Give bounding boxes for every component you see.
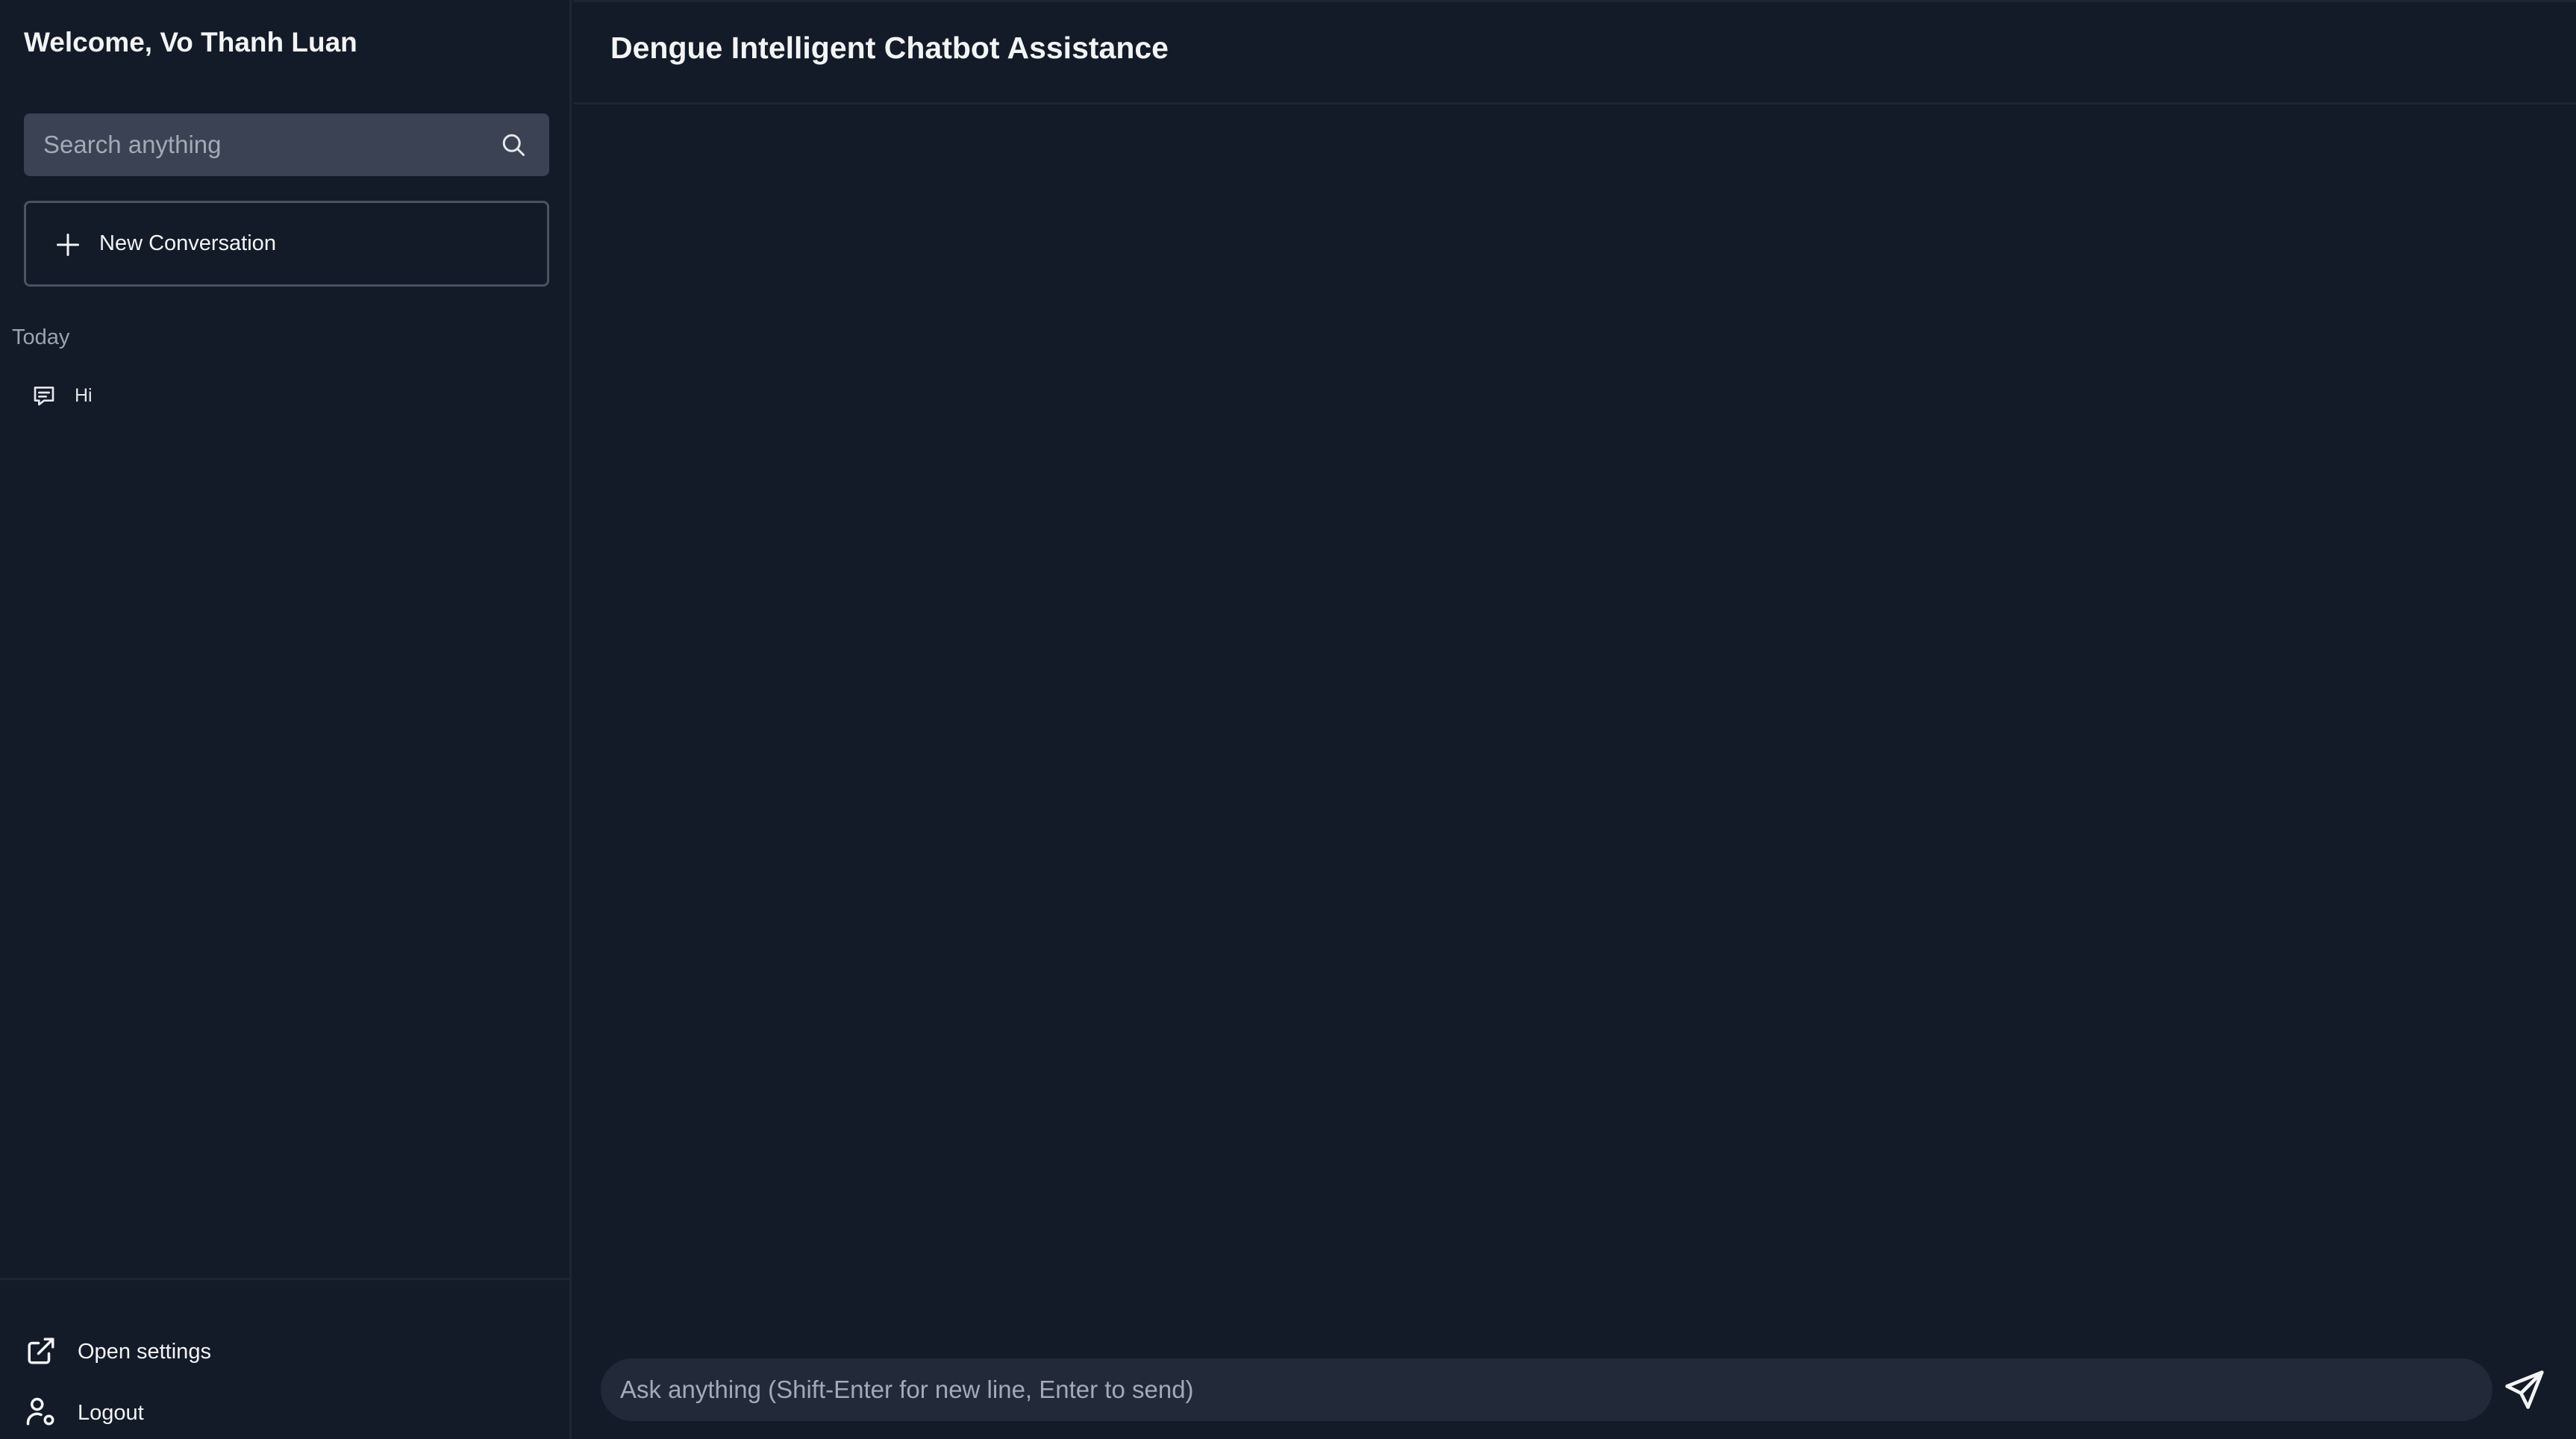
conversation-item-label: Hi xyxy=(75,385,93,406)
chat-bubble-icon xyxy=(34,387,54,406)
page-title: Dengue Intelligent Chatbot Assistance xyxy=(610,31,1169,65)
open-settings-button[interactable]: Open settings xyxy=(24,1328,472,1373)
new-conversation-label: New Conversation xyxy=(99,231,276,255)
open-settings-label: Open settings xyxy=(78,1340,211,1364)
sidebar-footer: Open settings Logout xyxy=(0,1278,572,1439)
plus-icon xyxy=(57,234,79,256)
sidebar: Welcome, Vo Thanh Luan New Conversation … xyxy=(0,0,572,1439)
chat-header: Dengue Intelligent Chatbot Assistance xyxy=(574,0,2576,104)
section-label-today: Today xyxy=(12,325,70,349)
user-settings-icon xyxy=(26,1397,54,1426)
chat-main: Dengue Intelligent Chatbot Assistance xyxy=(574,0,2576,1439)
logout-label: Logout xyxy=(78,1401,144,1425)
message-input[interactable] xyxy=(601,1358,2492,1421)
conversation-item[interactable]: Hi xyxy=(24,373,546,418)
logout-button[interactable]: Logout xyxy=(24,1389,472,1434)
search-icon[interactable] xyxy=(500,131,527,158)
app-window: Welcome, Vo Thanh Luan New Conversation … xyxy=(0,0,2576,1439)
message-composer xyxy=(601,1358,2492,1421)
send-icon[interactable] xyxy=(2504,1369,2545,1411)
welcome-heading: Welcome, Vo Thanh Luan xyxy=(24,27,357,57)
external-link-icon xyxy=(28,1337,54,1364)
search-box xyxy=(24,113,549,176)
new-conversation-button[interactable]: New Conversation xyxy=(24,201,549,287)
search-input[interactable] xyxy=(24,113,487,176)
